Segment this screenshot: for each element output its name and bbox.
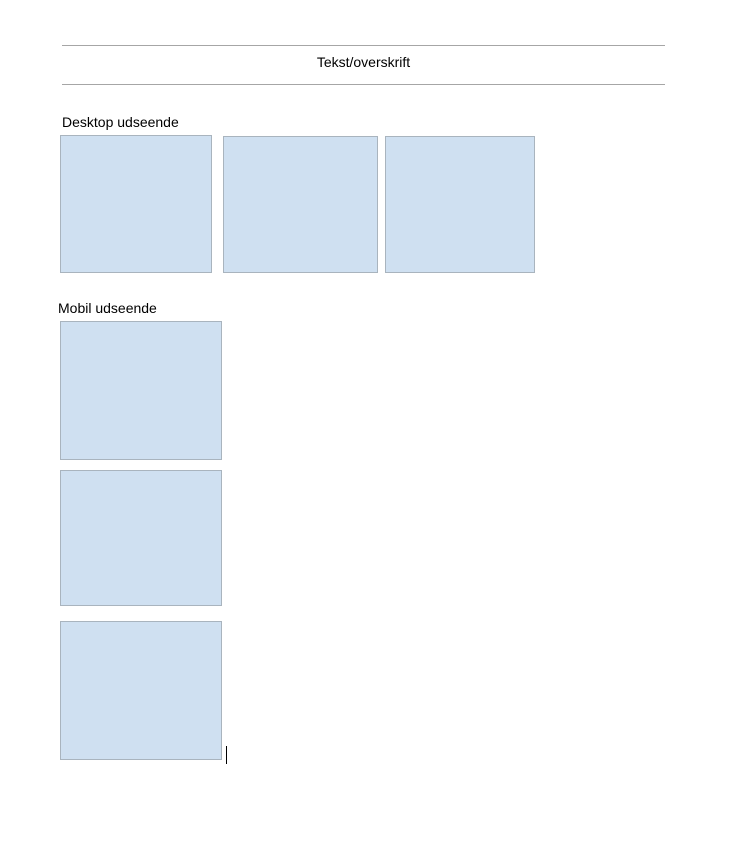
desktop-placeholder-box[interactable] <box>385 136 535 273</box>
page-heading[interactable]: Tekst/overskrift <box>62 53 665 71</box>
text-cursor <box>226 746 227 764</box>
desktop-placeholder-box[interactable] <box>60 135 212 273</box>
desktop-section-label[interactable]: Desktop udseende <box>62 113 179 131</box>
mobile-placeholder-box[interactable] <box>60 470 222 606</box>
mobile-placeholder-box[interactable] <box>60 321 222 460</box>
bottom-divider <box>62 84 665 85</box>
desktop-placeholder-box[interactable] <box>223 136 378 273</box>
mobile-section-label[interactable]: Mobil udseende <box>58 299 157 317</box>
mobile-placeholder-box[interactable] <box>60 621 222 760</box>
top-divider <box>62 45 665 46</box>
